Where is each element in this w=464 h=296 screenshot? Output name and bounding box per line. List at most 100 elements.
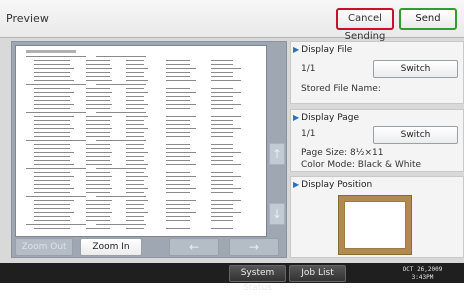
document-text-line	[86, 100, 110, 101]
document-text-line	[126, 216, 144, 217]
document-text-line	[126, 172, 144, 173]
document-text-line	[211, 164, 241, 165]
document-text-line	[86, 200, 112, 201]
document-text-line	[166, 104, 196, 105]
document-text-line	[126, 208, 144, 209]
up-arrow-icon: ↑	[271, 147, 283, 161]
cancel-sending-button[interactable]: Cancel Sending	[336, 8, 394, 42]
document-text-line	[34, 60, 70, 61]
down-arrow-icon: ↓	[271, 207, 283, 221]
document-text-line	[96, 112, 146, 113]
triangle-icon: ▶	[293, 113, 300, 122]
document-text-line	[166, 88, 190, 89]
document-text-line	[166, 204, 190, 205]
document-text-line	[86, 88, 110, 89]
document-text-line	[211, 172, 233, 173]
display-position-thumbnail[interactable]	[338, 195, 412, 255]
document-text-line	[211, 176, 241, 177]
document-text-line	[86, 180, 110, 181]
send-button[interactable]: Send	[399, 8, 457, 30]
document-text-line	[166, 192, 190, 193]
document-text-line	[26, 56, 86, 57]
display-page-switch-button[interactable]: Switch	[373, 126, 458, 144]
document-text-line	[34, 116, 74, 117]
display-file-switch-button[interactable]: Switch	[373, 60, 458, 78]
scroll-down-button[interactable]: ↓	[269, 203, 285, 225]
document-text-line	[34, 172, 70, 173]
document-text-line	[96, 168, 146, 169]
document-text-line	[211, 212, 241, 213]
document-text-line	[211, 220, 233, 221]
document-preview-image	[15, 45, 267, 237]
document-text-line	[211, 228, 233, 229]
document-text-line	[34, 120, 70, 121]
document-text-line	[86, 156, 110, 157]
document-text-line	[211, 136, 233, 137]
display-position-title-text: Display Position	[301, 180, 373, 190]
document-text-line	[34, 68, 74, 69]
document-text-line	[34, 228, 70, 229]
document-text-line	[211, 200, 241, 201]
document-text-line	[211, 64, 233, 65]
document-text-line	[166, 164, 196, 165]
document-text-line	[34, 152, 74, 153]
next-page-button[interactable]: →	[229, 238, 279, 256]
document-text-line	[126, 120, 144, 121]
document-text-line	[34, 188, 74, 189]
system-status-button[interactable]: System Status	[229, 265, 286, 293]
document-text-line	[34, 64, 70, 65]
document-text-line	[211, 160, 233, 161]
document-text-line	[26, 168, 86, 169]
document-text-line	[166, 96, 190, 97]
document-text-line	[34, 220, 70, 221]
document-text-line	[211, 148, 233, 149]
document-text-line	[211, 108, 233, 109]
document-text-line	[34, 136, 70, 137]
document-text-line	[211, 132, 233, 133]
zoom-in-button[interactable]: Zoom In	[80, 238, 142, 256]
document-text-line	[86, 92, 112, 93]
document-text-line	[166, 136, 190, 137]
previous-page-button[interactable]: ←	[169, 238, 219, 256]
job-list-button[interactable]: Job List	[289, 265, 346, 282]
document-text-line	[86, 96, 110, 97]
document-text-line	[166, 188, 196, 189]
document-text-line	[211, 76, 233, 77]
scroll-up-button[interactable]: ↑	[269, 143, 285, 165]
document-text-line	[166, 176, 196, 177]
display-page-counter: 1/1	[301, 129, 316, 139]
document-text-line	[34, 88, 70, 89]
document-header-block	[26, 50, 76, 53]
document-text-line	[126, 164, 148, 165]
document-text-line	[86, 176, 112, 177]
document-text-line	[34, 204, 70, 205]
document-text-line	[34, 200, 74, 201]
document-text-line	[126, 72, 144, 73]
document-text-line	[34, 96, 70, 97]
document-text-line	[166, 144, 190, 145]
document-text-line	[86, 160, 110, 161]
document-text-line	[211, 204, 233, 205]
document-text-line	[126, 156, 144, 157]
document-text-line	[34, 76, 70, 77]
document-text-line	[96, 56, 146, 57]
document-text-line	[166, 128, 196, 129]
document-text-line	[166, 120, 190, 121]
document-text-line	[166, 100, 190, 101]
document-text-line	[211, 180, 233, 181]
document-text-line	[26, 84, 86, 85]
document-text-line	[86, 204, 110, 205]
document-text-line	[211, 192, 233, 193]
document-text-line	[211, 88, 233, 89]
document-text-line	[86, 152, 112, 153]
document-text-line	[126, 188, 148, 189]
document-text-line	[126, 176, 148, 177]
document-text-line	[126, 60, 144, 61]
document-text-line	[34, 108, 70, 109]
document-text-line	[86, 104, 112, 105]
zoom-out-button[interactable]: Zoom Out	[15, 238, 73, 256]
document-text-line	[126, 88, 144, 89]
display-file-panel: ▶ Display File 1/1 Switch Stored File Nam…	[290, 41, 464, 104]
document-text-line	[86, 80, 112, 81]
document-text-line	[211, 60, 233, 61]
